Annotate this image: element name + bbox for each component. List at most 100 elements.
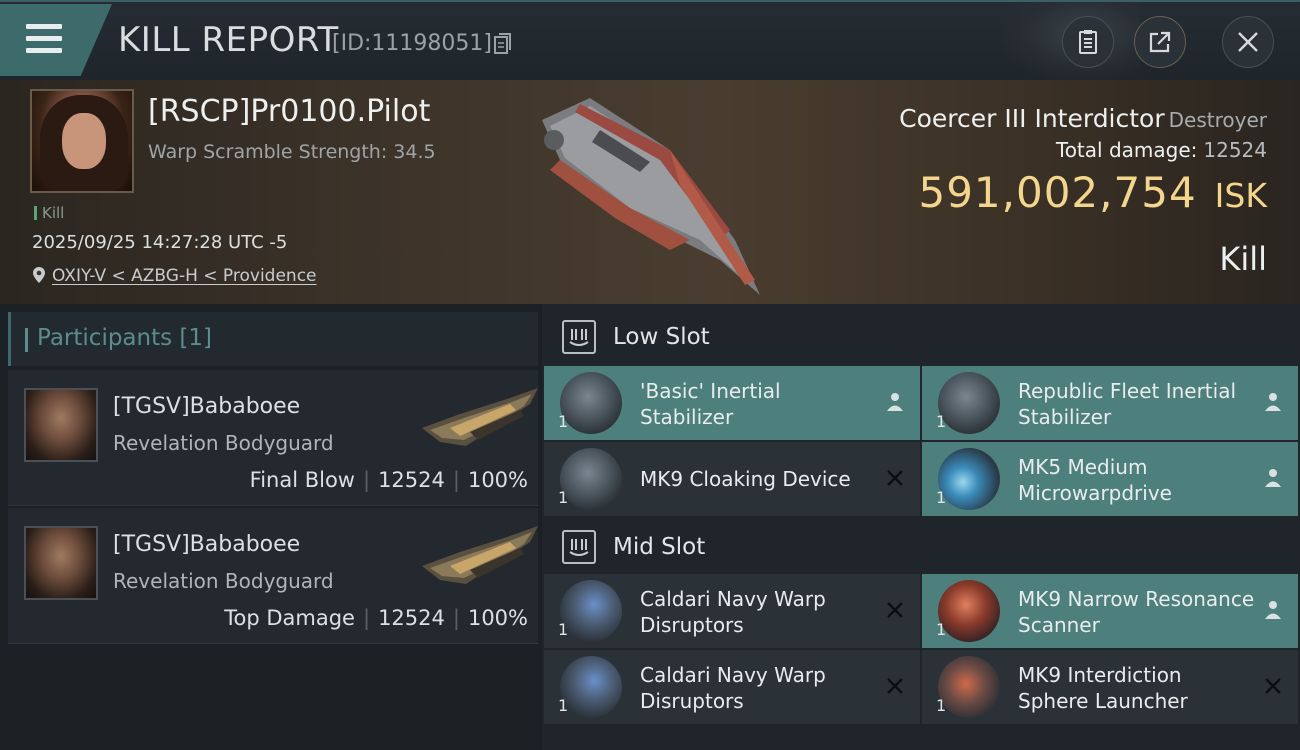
- page-title: KILL REPORT: [118, 20, 339, 60]
- fitting-panel: Low Slot 1 'Basic' Inertial Stabilizer 1…: [542, 304, 1300, 750]
- module-quantity: 1: [936, 412, 947, 431]
- participants-count: [1]: [179, 325, 213, 351]
- location-path[interactable]: OXIY-V < AZBG-H < Providence: [52, 266, 317, 286]
- participant-ship-image: [422, 526, 538, 584]
- low-slot-label: Low Slot: [613, 324, 710, 350]
- module-name: MK5 Medium Microwarpdrive: [1018, 455, 1172, 505]
- victim-ship-line: Coercer III Interdictor Destroyer: [899, 104, 1267, 133]
- location-pin-icon: [33, 267, 45, 283]
- module-name: MK9 Cloaking Device: [640, 467, 851, 491]
- x-icon: [1262, 674, 1284, 698]
- participant-ship: Revelation Bodyguard: [113, 569, 334, 593]
- resonance-scanner-icon: [938, 580, 1000, 642]
- module-name: Caldari Navy Warp Disruptors: [640, 663, 826, 713]
- module-slot[interactable]: 1 Caldari Navy Warp Disruptors: [544, 574, 920, 648]
- clipboard-icon: [1079, 30, 1097, 54]
- participant-avatar[interactable]: [24, 526, 98, 600]
- x-icon: [884, 598, 906, 622]
- participants-header: Participants [1]: [8, 312, 538, 366]
- isk-loss: 591,002,754 ISK: [918, 168, 1267, 217]
- module-slot[interactable]: 1 Caldari Navy Warp Disruptors: [544, 650, 920, 724]
- total-damage: Total damage: 12524: [1056, 138, 1267, 162]
- participant-name[interactable]: [TGSV]Bababoee: [113, 394, 300, 419]
- inertial-stabilizer-icon: [938, 372, 1000, 434]
- victim-ship-class: Destroyer: [1168, 108, 1267, 132]
- slot-shield-icon: [562, 530, 596, 564]
- module-quantity: 1: [936, 696, 947, 715]
- isk-unit: ISK: [1214, 176, 1267, 215]
- x-icon: [884, 674, 906, 698]
- participants-label: Participants: [37, 325, 173, 351]
- participant-damage: 12524: [378, 468, 445, 492]
- module-name: MK9 Narrow Resonance Scanner: [1018, 587, 1255, 637]
- module-name: MK9 Interdiction Sphere Launcher: [1018, 663, 1188, 713]
- victim-banner: [RSCP]Pr0100.Pilot Warp Scramble Strengt…: [0, 80, 1300, 304]
- participant-stats: Top Damage | 12524 | 100%: [224, 606, 528, 630]
- mid-slot-header: Mid Slot: [542, 516, 1300, 578]
- participant-row[interactable]: [TGSV]Bababoee Revelation Bodyguard Top …: [8, 508, 538, 644]
- module-quantity: 1: [558, 620, 569, 639]
- module-slot[interactable]: 1 'Basic' Inertial Stabilizer: [544, 366, 920, 440]
- clipboard-button[interactable]: [1062, 16, 1114, 68]
- copy-icon[interactable]: [494, 33, 512, 55]
- warp-disruptor-icon: [560, 580, 622, 642]
- module-name: Caldari Navy Warp Disruptors: [640, 587, 826, 637]
- participant-percent: 100%: [467, 606, 528, 630]
- module-slot[interactable]: 1 Republic Fleet Inertial Stabilizer: [922, 366, 1298, 440]
- person-icon: [1262, 598, 1284, 622]
- slot-shield-icon: [562, 320, 596, 354]
- kill-location[interactable]: OXIY-V < AZBG-H < Providence: [32, 266, 317, 286]
- header-bar: KILL REPORT [ID:11198051]: [0, 0, 1300, 82]
- victim-name[interactable]: [RSCP]Pr0100.Pilot: [148, 94, 430, 129]
- inertial-stabilizer-icon: [560, 372, 622, 434]
- menu-button[interactable]: [0, 4, 112, 76]
- sphere-launcher-icon: [938, 656, 1000, 718]
- person-icon: [884, 390, 906, 414]
- participant-avatar[interactable]: [24, 388, 98, 462]
- microwarpdrive-icon: [938, 448, 1000, 510]
- participant-name[interactable]: [TGSV]Bababoee: [113, 532, 300, 557]
- total-damage-label: Total damage:: [1055, 138, 1198, 162]
- kill-type: Kill: [1219, 240, 1267, 278]
- participant-role: Final Blow: [249, 468, 355, 492]
- warp-scramble-strength: Warp Scramble Strength: 34.5: [148, 141, 436, 163]
- cloaking-device-icon: [560, 448, 622, 510]
- close-icon: [1238, 32, 1258, 52]
- module-name: Republic Fleet Inertial Stabilizer: [1018, 379, 1237, 429]
- module-quantity: 1: [936, 620, 947, 639]
- participant-ship-image: [422, 388, 538, 446]
- warp-disruptor-icon: [560, 656, 622, 718]
- victim-portrait[interactable]: [30, 89, 134, 193]
- total-damage-value: 12524: [1203, 138, 1267, 162]
- kill-tag: Kill: [34, 204, 64, 222]
- x-icon: [884, 466, 906, 490]
- module-quantity: 1: [558, 412, 569, 431]
- module-slot[interactable]: 1 MK9 Cloaking Device: [544, 442, 920, 516]
- share-icon: [1149, 31, 1171, 53]
- module-quantity: 1: [558, 488, 569, 507]
- person-icon: [1262, 390, 1284, 414]
- module-quantity: 1: [558, 696, 569, 715]
- low-slot-header: Low Slot: [542, 306, 1300, 368]
- kill-timestamp: 2025/09/25 14:27:28 UTC -5: [32, 232, 288, 253]
- participant-ship: Revelation Bodyguard: [113, 431, 334, 455]
- module-slot[interactable]: 1 MK5 Medium Microwarpdrive: [922, 442, 1298, 516]
- participant-role: Top Damage: [224, 606, 355, 630]
- isk-value: 591,002,754: [918, 168, 1197, 217]
- mid-slot-label: Mid Slot: [613, 534, 706, 560]
- share-button[interactable]: [1134, 16, 1186, 68]
- report-id: [ID:11198051]: [332, 31, 492, 56]
- participant-row[interactable]: [TGSV]Bababoee Revelation Bodyguard Fina…: [8, 370, 538, 506]
- module-name: 'Basic' Inertial Stabilizer: [640, 379, 781, 429]
- module-quantity: 1: [936, 488, 947, 507]
- participants-panel: Participants [1] [TGSV]Bababoee Revelati…: [0, 304, 540, 750]
- person-icon: [1262, 466, 1284, 490]
- hamburger-icon: [26, 24, 62, 60]
- participant-percent: 100%: [467, 468, 528, 492]
- participant-stats: Final Blow | 12524 | 100%: [249, 468, 528, 492]
- module-slot[interactable]: 1 MK9 Interdiction Sphere Launcher: [922, 650, 1298, 724]
- module-slot[interactable]: 1 MK9 Narrow Resonance Scanner: [922, 574, 1298, 648]
- victim-ship-name[interactable]: Coercer III Interdictor: [899, 104, 1164, 133]
- close-button[interactable]: [1222, 16, 1274, 68]
- participant-damage: 12524: [378, 606, 445, 630]
